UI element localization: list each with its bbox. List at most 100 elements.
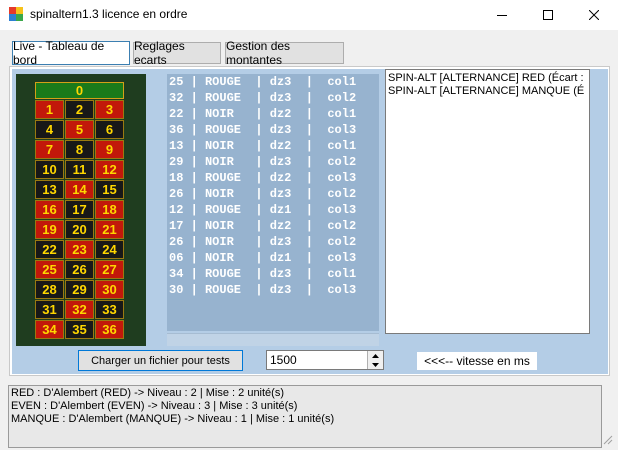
spin-row[interactable]: 22 | NOIR | dz2 | col1 <box>167 106 379 122</box>
roulette-number-cell: 29 <box>65 280 94 299</box>
roulette-number-cell: 17 <box>65 200 94 219</box>
spin-num: 36 <box>169 123 184 137</box>
spin-row[interactable]: 29 | NOIR | dz3 | col2 <box>167 154 379 170</box>
speed-input[interactable]: 1500 <box>270 353 297 367</box>
chevron-up-icon <box>372 353 379 358</box>
spin-dozen: dz3 <box>269 283 292 297</box>
spin-column: col2 <box>327 155 357 169</box>
spin-row[interactable]: 06 | NOIR | dz1 | col3 <box>167 250 379 266</box>
roulette-number-cell: 23 <box>65 240 94 259</box>
spin-row[interactable]: 36 | ROUGE | dz3 | col3 <box>167 122 379 138</box>
spin-separator: | <box>305 107 321 121</box>
spin-color: ROUGE <box>204 171 241 185</box>
spin-column: col3 <box>327 123 357 137</box>
resize-grip-icon[interactable] <box>601 433 613 445</box>
spin-row[interactable]: 17 | NOIR | dz2 | col2 <box>167 218 379 234</box>
spin-separator: | <box>305 219 321 233</box>
spin-row[interactable]: 26 | NOIR | dz3 | col2 <box>167 186 379 202</box>
spin-dozen: dz3 <box>269 187 292 201</box>
alternance-list[interactable]: SPIN-ALT [ALTERNANCE] RED (Écart : SPIN-A… <box>385 69 590 334</box>
spin-separator: | <box>190 235 205 249</box>
spin-dozen: dz1 <box>269 251 292 265</box>
roulette-number-cell: 33 <box>95 300 124 319</box>
progression-log[interactable]: RED : D'Alembert (RED) -> Niveau : 2 | M… <box>8 385 602 448</box>
roulette-zero-cell: 0 <box>35 82 124 99</box>
roulette-number-cell: 20 <box>65 220 94 239</box>
spin-column: col3 <box>327 203 357 217</box>
spin-column: col2 <box>327 219 357 233</box>
spin-num: 13 <box>169 139 184 153</box>
spin-separator: | <box>255 171 270 185</box>
spin-column: col2 <box>327 187 357 201</box>
roulette-number-cell: 32 <box>65 300 94 319</box>
alternance-row[interactable]: SPIN-ALT [ALTERNANCE] MANQUE (É <box>386 85 589 98</box>
spin-color: NOIR <box>204 235 234 249</box>
spin-num: 06 <box>169 251 184 265</box>
spin-list-scrollbar[interactable] <box>167 333 379 346</box>
speed-stepper[interactable]: 1500 <box>266 350 384 370</box>
spin-row[interactable]: 12 | ROUGE | dz1 | col3 <box>167 202 379 218</box>
spin-history-list[interactable]: 25 | ROUGE | dz3 | col1 32 | ROUGE | dz3 | col2… <box>167 74 379 331</box>
log-line: EVEN : D'Alembert (EVEN) -> Niveau : 3 |… <box>11 400 298 412</box>
window-title: spinaltern1.3 licence en ordre <box>30 7 188 21</box>
spin-column: col2 <box>327 235 357 249</box>
title-bar: spinaltern1.3 licence en ordre <box>0 0 618 30</box>
roulette-number-cell: 3 <box>95 100 124 119</box>
spin-dozen: dz2 <box>269 107 292 121</box>
spin-row[interactable]: 34 | ROUGE | dz3 | col1 <box>167 266 379 282</box>
roulette-number-cell: 12 <box>95 160 124 179</box>
spin-row[interactable]: 32 | ROUGE | dz3 | col2 <box>167 90 379 106</box>
spin-num: 30 <box>169 283 184 297</box>
spin-separator: | <box>190 123 205 137</box>
tab-reglages-ecarts[interactable]: Reglages ecarts <box>133 39 221 67</box>
spin-separator: | <box>190 107 205 121</box>
spin-color: NOIR <box>204 139 234 153</box>
roulette-table: 0 1 2 3 4 5 6 7 8 9 10 11 12 13 14 15 16 17 18 19 20 21 22 23 2… <box>35 82 125 339</box>
tab-gestion-montantes[interactable]: Gestion des montantes <box>225 39 344 67</box>
spin-row[interactable]: 30 | ROUGE | dz3 | col3 <box>167 282 379 298</box>
roulette-number-cell: 25 <box>35 260 64 279</box>
spin-separator: | <box>305 187 321 201</box>
roulette-number-cell: 9 <box>95 140 124 159</box>
spin-row[interactable]: 25 | ROUGE | dz3 | col1 <box>167 74 379 90</box>
roulette-number-cell: 27 <box>95 260 124 279</box>
spin-num: 29 <box>169 155 184 169</box>
spin-separator: | <box>255 107 270 121</box>
spin-separator: | <box>255 283 270 297</box>
spin-separator: | <box>190 75 205 89</box>
spin-row[interactable]: 26 | NOIR | dz3 | col2 <box>167 234 379 250</box>
maximize-button[interactable] <box>525 0 571 30</box>
spin-row[interactable]: 13 | NOIR | dz2 | col1 <box>167 138 379 154</box>
spin-separator: | <box>255 139 270 153</box>
speed-decrement-button[interactable] <box>367 360 383 369</box>
roulette-number-cell: 5 <box>65 120 94 139</box>
roulette-number-cell: 4 <box>35 120 64 139</box>
spin-dozen: dz3 <box>269 91 292 105</box>
spin-separator: | <box>255 203 270 217</box>
spin-dozen: dz1 <box>269 203 292 217</box>
alternance-row[interactable]: SPIN-ALT [ALTERNANCE] RED (Écart : <box>386 72 589 85</box>
roulette-number-cell: 26 <box>65 260 94 279</box>
roulette-number-cell: 16 <box>35 200 64 219</box>
spin-row[interactable]: 18 | ROUGE | dz2 | col3 <box>167 170 379 186</box>
load-test-file-button[interactable]: Charger un fichier pour tests <box>78 350 243 371</box>
minimize-button[interactable] <box>479 0 525 30</box>
spin-num: 17 <box>169 219 184 233</box>
spin-dozen: dz2 <box>269 219 292 233</box>
spin-num: 12 <box>169 203 184 217</box>
log-line: MANQUE : D'Alembert (MANQUE) -> Niveau :… <box>11 413 335 425</box>
spin-separator: | <box>305 235 321 249</box>
spin-separator: | <box>190 139 205 153</box>
tab-live-dashboard[interactable]: Live - Tableau de bord <box>12 39 130 67</box>
spin-separator: | <box>255 235 270 249</box>
roulette-number-cell: 34 <box>35 320 64 339</box>
roulette-number-cell: 13 <box>35 180 64 199</box>
roulette-number-cell: 15 <box>95 180 124 199</box>
spin-separator: | <box>190 155 205 169</box>
spin-color: ROUGE <box>204 267 241 281</box>
close-button[interactable] <box>571 0 617 30</box>
spin-separator: | <box>305 283 321 297</box>
roulette-number-cell: 28 <box>35 280 64 299</box>
roulette-number-cell: 24 <box>95 240 124 259</box>
spin-separator: | <box>255 75 270 89</box>
